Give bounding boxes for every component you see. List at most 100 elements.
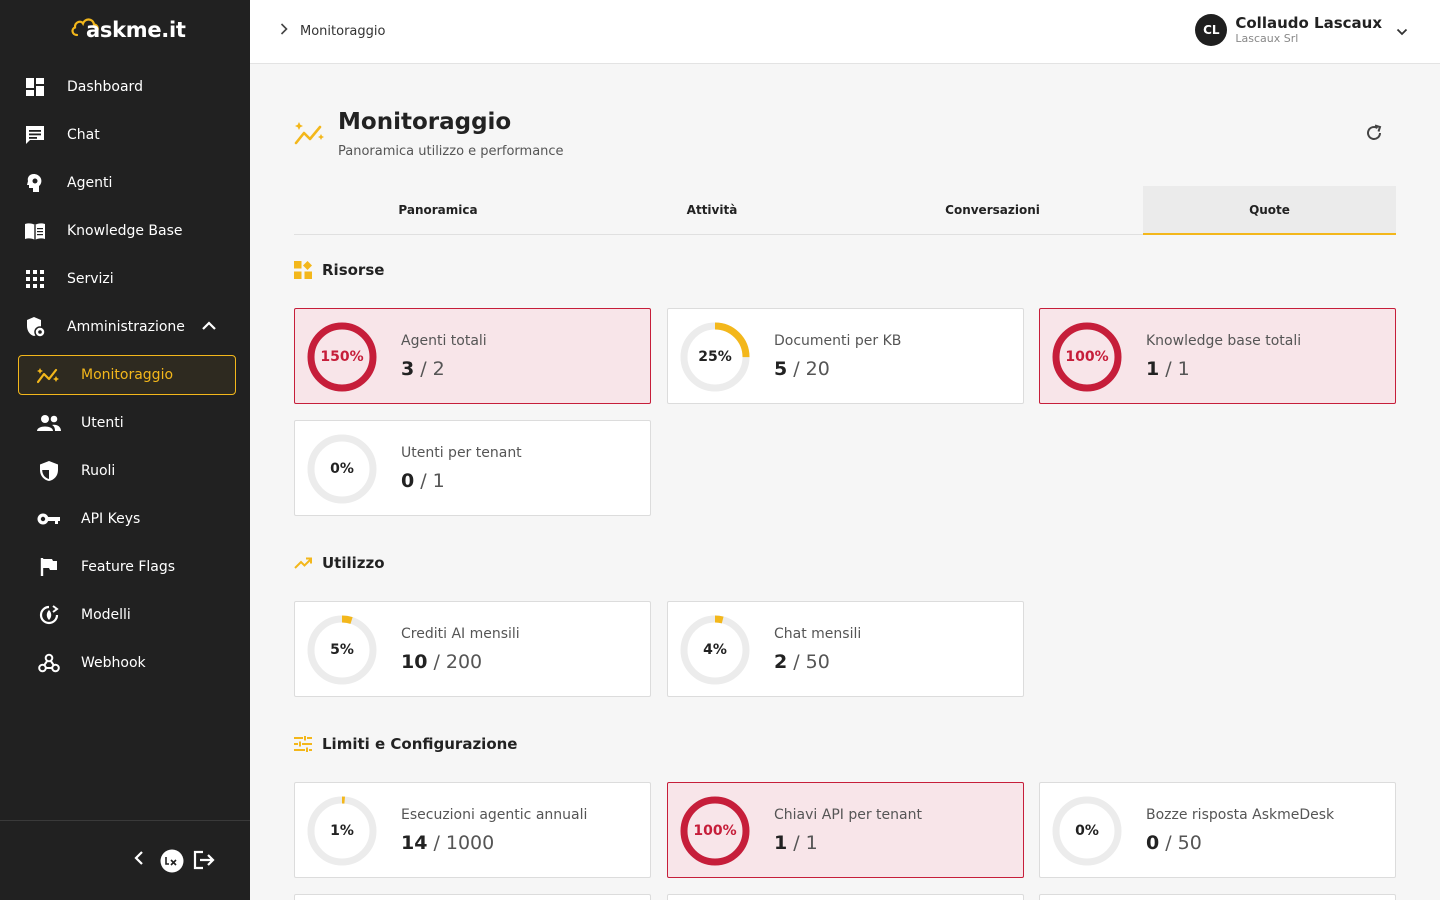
quota-max: 1	[805, 832, 818, 854]
tab-attivita[interactable]: Attività	[582, 186, 842, 234]
quota-card: 0% Utenti per tenant 0/1	[294, 420, 651, 516]
quota-value: 2/50	[774, 651, 830, 673]
sidebar-item-utenti[interactable]: Utenti	[0, 403, 250, 443]
widgets-icon	[294, 261, 312, 279]
quota-label: Documenti per KB	[774, 333, 902, 349]
quota-card-partial	[1039, 894, 1396, 900]
avatar: CL	[1195, 14, 1228, 46]
quota-percent: 4%	[703, 642, 727, 658]
quota-separator: /	[1165, 832, 1172, 854]
quota-separator: /	[420, 358, 427, 380]
quota-label: Bozze risposta AskmeDesk	[1146, 807, 1335, 823]
chevron-down-icon[interactable]	[1396, 21, 1408, 40]
quota-used: 0	[401, 470, 415, 492]
quota-label: Agenti totali	[401, 333, 487, 349]
chevron-right-icon	[280, 23, 288, 39]
sidebar-item-modelli[interactable]: Modelli	[0, 595, 250, 635]
webhook-icon	[37, 651, 61, 675]
quota-label: Utenti per tenant	[401, 445, 522, 461]
breadcrumb: Monitoraggio	[280, 23, 385, 39]
user-org: Lascaux Srl	[1235, 32, 1299, 45]
sidebar-item-feature-flags[interactable]: Feature Flags	[0, 547, 250, 587]
refresh-icon[interactable]	[1364, 123, 1384, 147]
sidebar-item-label: Ruoli	[81, 463, 116, 479]
main-content: Monitoraggio Panoramica utilizzo e perfo…	[250, 65, 1440, 900]
quota-max: 50	[1177, 832, 1202, 854]
quota-separator: /	[793, 651, 800, 673]
brand-name: askme.it	[86, 18, 186, 42]
brand-logo[interactable]: askme.it	[70, 18, 186, 42]
quota-label: Knowledge base totali	[1146, 333, 1302, 349]
quota-separator: /	[420, 470, 427, 492]
sidebar-item-label: Feature Flags	[81, 559, 176, 575]
admin-gear-icon	[23, 315, 47, 339]
sidebar: askme.it Dashboard Chat Agenti Knowledge…	[0, 0, 250, 900]
section-title-label: Risorse	[322, 261, 385, 279]
user-menu[interactable]: CL Collaudo Lascaux Lascaux Srl	[1195, 14, 1408, 46]
apps-grid-icon	[23, 267, 47, 291]
quota-card: 100% Knowledge base totali 1/1	[1039, 308, 1396, 404]
sidebar-item-label: Chat	[67, 127, 100, 143]
quota-percent: 150%	[320, 349, 364, 365]
tab-quote[interactable]: Quote	[1143, 186, 1396, 235]
quota-separator: /	[1165, 358, 1172, 380]
sidebar-item-webhook[interactable]: Webhook	[0, 643, 250, 683]
quota-value: 0/1	[401, 470, 445, 492]
quota-separator: /	[793, 832, 800, 854]
monitoring-icon	[37, 363, 61, 387]
sidebar-footer	[0, 820, 250, 900]
quota-card: 25% Documenti per KB 5/20	[667, 308, 1024, 404]
quota-max: 1	[432, 470, 445, 492]
page-subtitle: Panoramica utilizzo e performance	[338, 144, 564, 159]
shield-icon	[37, 459, 61, 483]
quota-percent: 5%	[330, 642, 354, 658]
quota-percent: 0%	[330, 461, 354, 477]
quota-card: 100% Chiavi API per tenant 1/1	[667, 782, 1024, 878]
quota-label: Crediti AI mensili	[401, 626, 520, 642]
quota-percent: 0%	[1075, 823, 1099, 839]
quota-percent: 25%	[698, 349, 732, 365]
quota-separator: /	[433, 832, 440, 854]
sidebar-item-label: Amministrazione	[67, 319, 185, 335]
logout-icon[interactable]	[193, 850, 215, 870]
top-bar: Monitoraggio CL Collaudo Lascaux Lascaux…	[250, 0, 1440, 64]
sidebar-item-knowledge-base[interactable]: Knowledge Base	[0, 211, 250, 251]
sidebar-item-dashboard[interactable]: Dashboard	[0, 67, 250, 107]
sidebar-item-label: Modelli	[81, 607, 131, 623]
quota-used: 14	[401, 832, 428, 854]
collapse-sidebar-icon[interactable]	[132, 850, 146, 866]
quota-percent: 1%	[330, 823, 354, 839]
key-icon	[37, 507, 61, 531]
quota-card: 0% Bozze risposta AskmeDesk 0/50	[1039, 782, 1396, 878]
sidebar-item-agenti[interactable]: Agenti	[0, 163, 250, 203]
monitoring-icon	[294, 121, 326, 151]
sidebar-item-amministrazione[interactable]: Amministrazione	[0, 307, 250, 347]
quota-max: 1000	[445, 832, 495, 854]
quota-card: 1% Esecuzioni agentic annuali 14/1000	[294, 782, 651, 878]
quota-used: 5	[774, 358, 788, 380]
lascaux-badge-icon[interactable]	[160, 849, 184, 873]
tab-conversazioni[interactable]: Conversazioni	[842, 186, 1143, 234]
quota-used: 0	[1146, 832, 1160, 854]
quota-used: 10	[401, 651, 428, 673]
user-name: Collaudo Lascaux	[1235, 14, 1382, 32]
chevron-up-icon[interactable]	[202, 319, 216, 335]
quota-max: 2	[432, 358, 445, 380]
sidebar-item-api-keys[interactable]: API Keys	[0, 499, 250, 539]
quota-card: 4% Chat mensili 2/50	[667, 601, 1024, 697]
sidebar-item-label: Monitoraggio	[81, 367, 174, 383]
quota-label: Esecuzioni agentic annuali	[401, 807, 588, 823]
quota-used: 1	[1146, 358, 1160, 380]
quota-percent: 100%	[693, 823, 737, 839]
page-title: Monitoraggio	[338, 109, 512, 135]
tune-icon	[294, 735, 312, 753]
quota-value: 5/20	[774, 358, 830, 380]
quota-card: 5% Crediti AI mensili 10/200	[294, 601, 651, 697]
sidebar-item-ruoli[interactable]: Ruoli	[0, 451, 250, 491]
sidebar-item-servizi[interactable]: Servizi	[0, 259, 250, 299]
breadcrumb-current[interactable]: Monitoraggio	[300, 24, 385, 39]
quota-value: 14/1000	[401, 832, 494, 854]
sidebar-item-monitoraggio[interactable]: Monitoraggio	[18, 355, 236, 395]
tab-panoramica[interactable]: Panoramica	[294, 186, 582, 234]
sidebar-item-chat[interactable]: Chat	[0, 115, 250, 155]
